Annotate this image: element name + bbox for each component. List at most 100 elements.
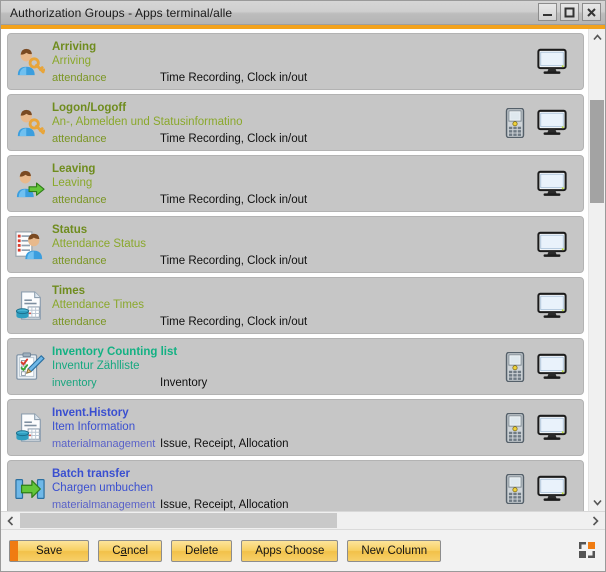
app-row-texts: Batch transferChargen umbuchenmaterialma… — [52, 465, 500, 512]
monitor-icon[interactable] — [537, 169, 567, 199]
app-row-texts: Invent.HistoryItem Information materialma… — [52, 404, 500, 452]
new-column-button[interactable]: New Column — [347, 540, 441, 562]
app-row[interactable]: StatusAttendance Status attendanceTime Re… — [7, 216, 584, 273]
monitor-icon[interactable] — [537, 413, 567, 443]
close-button[interactable] — [582, 3, 601, 21]
transfer-arrow-icon — [8, 474, 52, 504]
app-row-texts: Logon/LogoffAn-, Abmelden und Statusinfo… — [52, 99, 500, 147]
app-group: attendance — [52, 316, 160, 328]
clipboard-pencil-icon — [8, 352, 52, 382]
app-row[interactable]: ArrivingArrivingattendanceTime Recording… — [7, 33, 584, 90]
app-row[interactable]: TimesAttendance Times attendanceTime Reco… — [7, 277, 584, 334]
monitor-icon[interactable] — [537, 352, 567, 382]
handheld-scanner-icon[interactable] — [500, 413, 530, 443]
footer-button-bar: Save Cancel Delete Apps Choose New Column — [1, 529, 605, 571]
app-description: Time Recording, Clock in/out — [160, 72, 307, 84]
app-devices — [500, 413, 583, 443]
app-title: Logon/Logoff — [52, 102, 500, 115]
app-devices — [537, 169, 583, 199]
handheld-scanner-icon[interactable] — [500, 352, 530, 382]
app-row[interactable]: Batch transferChargen umbuchenmaterialma… — [7, 460, 584, 511]
app-subtitle: Chargen umbuchen — [52, 481, 500, 495]
monitor-icon[interactable] — [537, 474, 567, 504]
app-description: Inventory — [160, 377, 207, 389]
application-window: Authorization Groups - Apps terminal/all… — [0, 0, 606, 572]
scroll-right-button[interactable] — [586, 512, 605, 529]
maximize-button[interactable] — [560, 3, 579, 21]
monitor-icon[interactable] — [537, 47, 567, 77]
save-button[interactable]: Save — [9, 540, 89, 562]
monitor-icon[interactable] — [537, 291, 567, 321]
app-devices — [500, 474, 583, 504]
app-subtitle: Inventur Zählliste — [52, 359, 500, 373]
monitor-icon[interactable] — [537, 108, 567, 138]
app-title: Invent.History — [52, 407, 500, 420]
minimize-button[interactable] — [538, 3, 557, 21]
app-meta: attendanceTime Recording, Clock in/out — [52, 255, 537, 267]
app-row-texts: StatusAttendance Status attendanceTime Re… — [52, 221, 537, 269]
horizontal-scrollbar[interactable] — [1, 511, 605, 529]
app-devices — [537, 47, 583, 77]
app-devices — [537, 291, 583, 321]
app-group: attendance — [52, 194, 160, 206]
title-bar: Authorization Groups - Apps terminal/all… — [1, 1, 605, 25]
app-description: Time Recording, Clock in/out — [160, 133, 307, 145]
vertical-scrollbar-thumb[interactable] — [590, 100, 604, 203]
app-meta: materialmanagementIssue, Receipt, Alloca… — [52, 499, 500, 511]
delete-button[interactable]: Delete — [171, 540, 232, 562]
app-subtitle: Attendance Status — [52, 237, 537, 251]
button-label: Save — [36, 545, 62, 557]
scroll-down-button[interactable] — [589, 494, 605, 511]
app-description: Time Recording, Clock in/out — [160, 255, 307, 267]
window-controls — [538, 3, 601, 21]
monitor-icon[interactable] — [537, 230, 567, 260]
app-devices — [500, 108, 583, 138]
button-label: Apps Choose — [255, 545, 324, 557]
app-subtitle: Attendance Times — [52, 298, 537, 312]
app-title: Inventory Counting list — [52, 346, 500, 359]
user-key-icon — [8, 47, 52, 77]
document-database-icon — [8, 291, 52, 321]
app-devices — [500, 352, 583, 382]
app-row[interactable]: LeavingLeaving attendanceTime Recording, … — [7, 155, 584, 212]
app-row-texts: Inventory Counting listInventur Zähllist… — [52, 343, 500, 391]
cancel-button[interactable]: Cancel — [98, 540, 162, 562]
apps-choose-button[interactable]: Apps Choose — [241, 540, 338, 562]
app-row-texts: TimesAttendance Times attendanceTime Reco… — [52, 282, 537, 330]
app-row[interactable]: Logon/LogoffAn-, Abmelden und Statusinfo… — [7, 94, 584, 151]
app-subtitle: An-, Abmelden und Statusinformatino — [52, 115, 500, 129]
user-key-icon — [8, 108, 52, 138]
app-title: Status — [52, 224, 537, 237]
scroll-up-button[interactable] — [589, 29, 605, 46]
list-region: ArrivingArrivingattendanceTime Recording… — [1, 29, 605, 511]
scroll-left-button[interactable] — [1, 512, 20, 529]
app-subtitle: Arriving — [52, 54, 537, 68]
app-group: attendance — [52, 255, 160, 267]
handheld-scanner-icon[interactable] — [500, 108, 530, 138]
app-subtitle: Leaving — [52, 176, 537, 190]
app-row[interactable]: Inventory Counting listInventur Zähllist… — [7, 338, 584, 395]
app-meta: attendanceTime Recording, Clock in/out — [52, 133, 500, 145]
app-description: Time Recording, Clock in/out — [160, 316, 307, 328]
app-group: attendance — [52, 133, 160, 145]
app-devices — [537, 230, 583, 260]
app-title: Times — [52, 285, 537, 298]
handheld-scanner-icon[interactable] — [500, 474, 530, 504]
app-subtitle: Item Information — [52, 420, 500, 434]
app-description: Issue, Receipt, Allocation — [160, 438, 289, 450]
app-group: materialmanagement — [52, 438, 160, 450]
vertical-scrollbar-track[interactable] — [589, 46, 605, 494]
vertical-scrollbar[interactable] — [588, 29, 605, 511]
apps-list: ArrivingArrivingattendanceTime Recording… — [1, 29, 588, 511]
app-meta: inventoryInventory — [52, 377, 500, 389]
app-row[interactable]: Invent.HistoryItem Information materialma… — [7, 399, 584, 456]
button-label: New Column — [361, 545, 427, 557]
horizontal-scrollbar-thumb[interactable] — [20, 513, 337, 528]
horizontal-scrollbar-track[interactable] — [20, 512, 586, 529]
app-description: Issue, Receipt, Allocation — [160, 499, 289, 511]
content-area: ArrivingArrivingattendanceTime Recording… — [1, 29, 605, 529]
app-meta: attendanceTime Recording, Clock in/out — [52, 194, 537, 206]
app-title: Leaving — [52, 163, 537, 176]
app-group: attendance — [52, 72, 160, 84]
app-group: inventory — [52, 377, 160, 389]
